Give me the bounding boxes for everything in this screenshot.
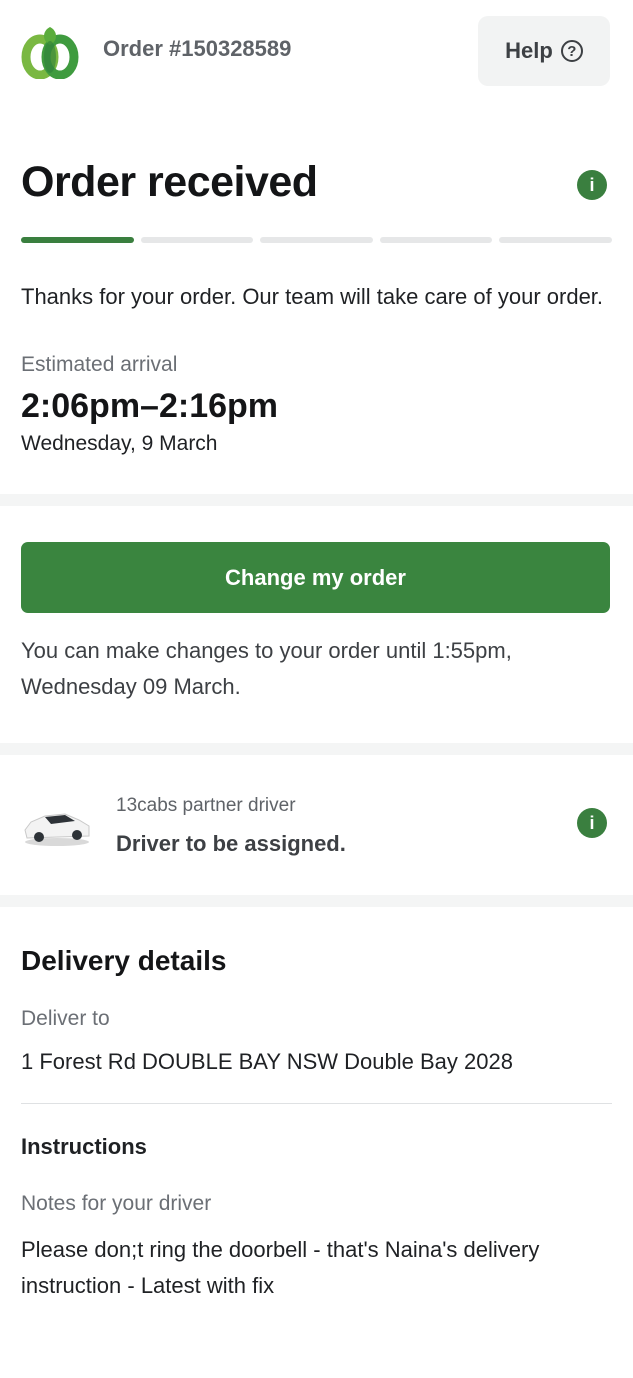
- car-icon: [24, 813, 90, 846]
- progress-step-2: [140, 237, 254, 243]
- delivery-details-section: Delivery details Deliver to 1 Forest Rd …: [0, 907, 633, 1304]
- arrival-time: 2:06pm–2:16pm: [21, 387, 279, 425]
- progress-step-1: [21, 237, 134, 243]
- help-label: Help: [505, 38, 553, 63]
- delivery-details-heading: Delivery details: [21, 945, 227, 976]
- arrival-label: Estimated arrival: [21, 353, 178, 376]
- order-status-section: Order received i Thanks for your order. …: [0, 106, 633, 494]
- driver-info-icon[interactable]: i: [577, 808, 607, 838]
- page-title: Order received: [21, 158, 318, 206]
- instructions-heading: Instructions: [21, 1134, 147, 1159]
- change-order-section: Change my order You can make changes to …: [0, 506, 633, 743]
- order-progress-bar: [21, 237, 612, 243]
- arrival-date: Wednesday, 9 March: [21, 432, 218, 455]
- progress-step-3: [260, 237, 373, 243]
- driver-status: Driver to be assigned.: [116, 831, 346, 856]
- notes-label: Notes for your driver: [21, 1192, 212, 1215]
- divider-line: [21, 1103, 612, 1104]
- change-order-button[interactable]: Change my order: [21, 542, 610, 613]
- section-divider: [0, 494, 633, 506]
- progress-step-4: [379, 237, 493, 243]
- deliver-to-label: Deliver to: [21, 1007, 110, 1030]
- driver-notes: Please don;t ring the doorbell - that's …: [21, 1237, 540, 1298]
- section-divider: [0, 895, 633, 907]
- driver-partner-label: 13cabs partner driver: [116, 795, 296, 816]
- driver-section: 13cabs partner driver Driver to be assig…: [0, 755, 633, 895]
- info-icon[interactable]: i: [577, 170, 607, 200]
- app-header: Order #150328589 Help ?: [0, 0, 633, 106]
- woolworths-logo-icon: [21, 27, 79, 79]
- delivery-address: 1 Forest Rd DOUBLE BAY NSW Double Bay 20…: [21, 1049, 513, 1074]
- section-divider: [0, 743, 633, 755]
- question-circle-icon: ?: [560, 40, 583, 62]
- order-number: Order #150328589: [103, 36, 292, 61]
- change-deadline-note: You can make changes to your order until…: [21, 638, 512, 699]
- help-button[interactable]: Help ?: [478, 16, 610, 86]
- status-message: Thanks for your order. Our team will tak…: [21, 284, 604, 309]
- progress-step-5: [499, 237, 612, 243]
